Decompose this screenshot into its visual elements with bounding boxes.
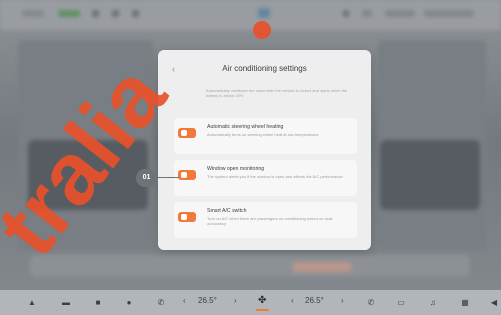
vehicle-control-icon[interactable]: ▬ [61, 298, 71, 307]
right-temp-increase-button[interactable]: › [341, 296, 344, 305]
setting-item-title: Window open monitoring [207, 166, 265, 172]
message-icon[interactable]: ▭ [396, 298, 406, 307]
fan-icon[interactable]: ✤ [258, 295, 266, 306]
setting-item-desc: Automatically turns on steering wheel he… [207, 132, 319, 137]
steering-wheel-heating-toggle[interactable] [178, 128, 196, 138]
setting-item-desc: The system alerts you if the window is o… [207, 174, 343, 179]
window-open-monitoring-toggle[interactable] [178, 170, 196, 180]
setting-item-steering-wheel-heating[interactable]: Automatic steering wheel heating Automat… [174, 118, 357, 154]
air-conditioning-settings-dialog: ‹ Air conditioning settings Automaticall… [158, 50, 371, 250]
setting-item-smart-ac-switch[interactable]: Smart A/C switch Turn on A/C when there … [174, 202, 357, 238]
car-icon[interactable]: ▲ [27, 298, 37, 307]
toggle-knob [181, 130, 187, 136]
left-temperature: 26.5° [198, 296, 217, 305]
steering-icon[interactable]: ● [124, 298, 134, 307]
right-temp-decrease-button[interactable]: ‹ [291, 296, 294, 305]
smart-ac-switch-toggle[interactable] [178, 212, 196, 222]
fan-active-indicator [256, 309, 269, 311]
right-temperature: 26.5° [305, 296, 324, 305]
bottom-dock [0, 290, 501, 315]
phone-call-icon[interactable]: ✆ [366, 298, 376, 307]
setting-item-title: Smart A/C switch [207, 208, 247, 214]
callout-leader-line [157, 177, 179, 178]
toggle-knob [181, 214, 187, 220]
volume-icon[interactable]: ◀ [489, 298, 499, 307]
setting-item-window-open-monitoring[interactable]: Window open monitoring The system alerts… [174, 160, 357, 196]
left-temp-decrease-button[interactable]: ‹ [183, 296, 186, 305]
dialog-title: Air conditioning settings [222, 64, 307, 73]
setting-item-partial: Automatically ventilates the cabin after… [174, 88, 357, 112]
setting-item-desc: Turn on A/C when there are passengers on… [207, 216, 333, 227]
phone-icon[interactable]: ✆ [156, 298, 166, 307]
toggle-knob [181, 172, 187, 178]
callout-badge: 01 [136, 169, 157, 187]
apps-icon[interactable]: ▦ [460, 298, 470, 307]
left-temp-increase-button[interactable]: › [234, 296, 237, 305]
music-icon[interactable]: ♫ [428, 298, 438, 307]
setting-item-partial-desc: Automatically ventilates the cabin after… [206, 88, 348, 98]
setting-item-title: Automatic steering wheel heating [207, 124, 284, 130]
seat-icon[interactable]: ■ [93, 298, 103, 307]
